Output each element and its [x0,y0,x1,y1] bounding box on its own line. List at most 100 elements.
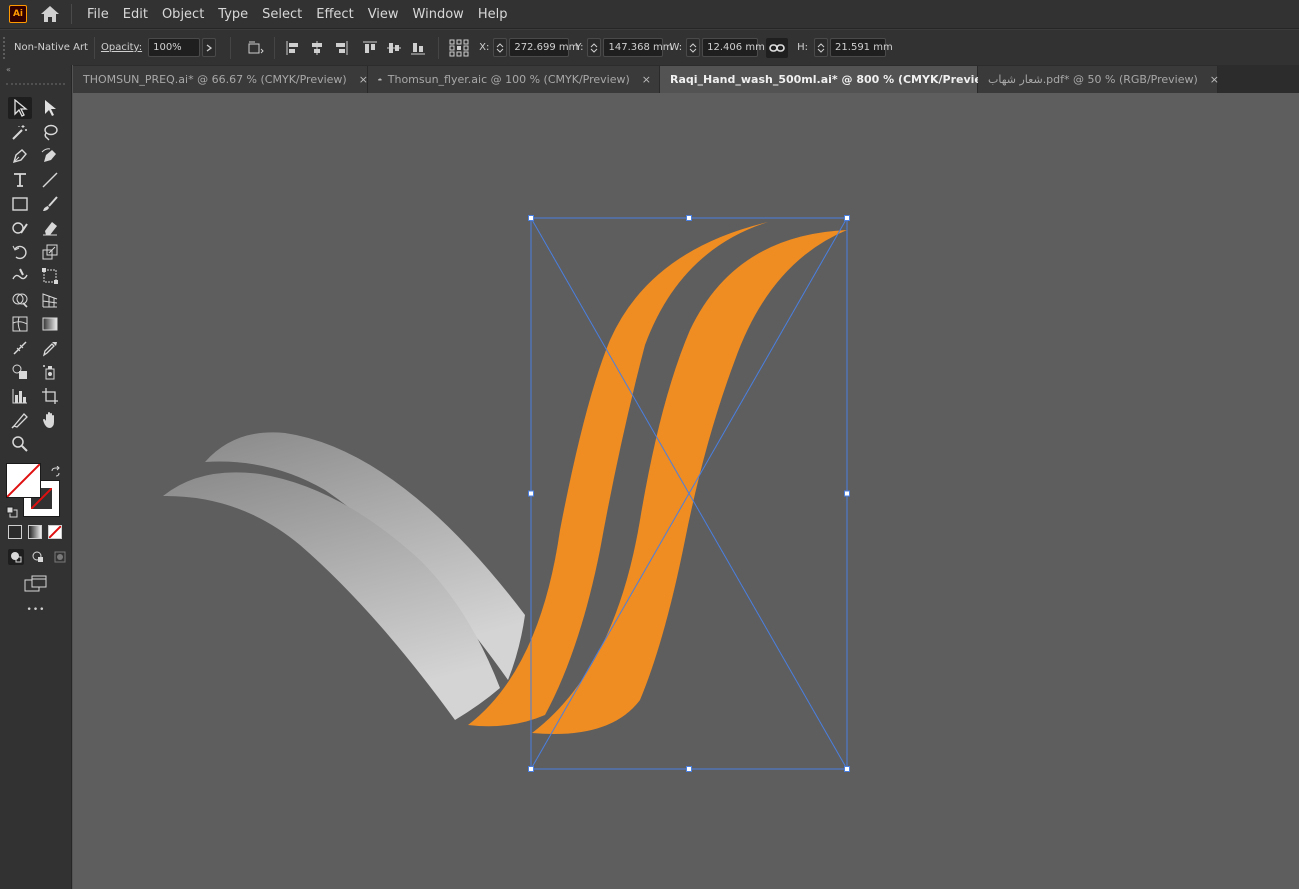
app-logo: Ai [9,5,27,23]
close-tab-icon[interactable]: × [642,73,651,86]
close-tab-icon[interactable]: × [1210,73,1219,86]
collapse-toolbar-button[interactable]: « [0,65,71,75]
blend-tool-icon[interactable] [8,337,32,359]
close-tab-icon[interactable]: × [359,73,368,86]
perspective-grid-tool-icon[interactable] [38,289,62,311]
document-tabs: THOMSUN_PREQ.ai* @ 66.67 % (CMYK/Preview… [73,65,1299,93]
handle-bottom-right[interactable] [844,766,850,772]
line-segment-tool-icon[interactable] [38,169,62,191]
rectangle-tool-icon[interactable] [8,193,32,215]
cloud-document-icon [378,78,382,81]
handle-bottom-center[interactable] [686,766,692,772]
screen-mode-icon[interactable] [24,575,48,597]
align-top-icon[interactable] [361,39,379,57]
opacity-input[interactable]: 100% [148,38,201,57]
align-to-selection-icon[interactable] [247,39,265,57]
none-mode-icon[interactable] [48,525,62,539]
live-paint-bucket-tool-icon[interactable] [8,361,32,383]
handle-bottom-left[interactable] [528,766,534,772]
align-horizontal-center-icon[interactable] [308,39,326,57]
column-graph-tool-icon[interactable] [8,385,32,407]
handle-top-center[interactable] [686,215,692,221]
slice-tool-icon[interactable] [8,409,32,431]
rotate-tool-icon[interactable] [8,241,32,263]
align-bottom-icon[interactable] [409,39,427,57]
curvature-tool-icon[interactable] [38,145,62,167]
home-icon[interactable] [39,3,61,25]
width-input[interactable]: 12.406 mm [702,38,765,57]
tools-panel: « ••• [0,65,72,889]
align-right-icon[interactable] [332,39,350,57]
separator [93,36,95,59]
tab-thomsun-preq[interactable]: THOMSUN_PREQ.ai* @ 66.67 % (CMYK/Preview… [73,66,368,93]
menu-object[interactable]: Object [155,0,211,29]
edit-toolbar-button[interactable]: ••• [0,605,72,615]
align-vertical-center-icon[interactable] [385,39,403,57]
scale-tool-icon[interactable] [38,241,62,263]
mesh-tool-icon[interactable] [8,313,32,335]
width-label: W: [669,42,683,53]
menu-file[interactable]: File [80,0,116,29]
menu-effect[interactable]: Effect [309,0,360,29]
lasso-tool-icon[interactable] [38,121,62,143]
gradient-tool-icon[interactable] [38,313,62,335]
handle-middle-right[interactable] [844,490,850,497]
pen-tool-icon[interactable] [8,145,32,167]
tab-label: Raqi_Hand_wash_500ml.ai* @ 800 % (CMYK/P… [670,73,998,86]
tab-label: شعار شهاب.pdf* @ 50 % (RGB/Preview) [988,73,1198,86]
x-input[interactable]: 272.699 mm [509,38,578,57]
eyedropper-tool-icon[interactable] [38,337,62,359]
menu-view[interactable]: View [361,0,406,29]
reference-point-icon[interactable] [448,39,470,57]
opacity-label[interactable]: Opacity: [101,42,142,53]
control-bar-grip[interactable] [3,36,9,59]
draw-behind-icon[interactable] [30,549,46,565]
menu-window[interactable]: Window [406,0,471,29]
direct-selection-tool-icon[interactable] [38,97,62,119]
y-stepper[interactable] [587,38,602,57]
align-left-icon[interactable] [284,39,302,57]
toolbar-grip[interactable] [6,75,65,85]
zoom-tool-icon[interactable] [8,433,32,455]
default-fill-stroke-icon[interactable] [6,503,18,522]
width-stepper[interactable] [686,38,701,57]
height-stepper[interactable] [814,38,829,57]
artboard-canvas[interactable] [73,93,1299,889]
tab-shahab-logo[interactable]: شعار شهاب.pdf* @ 50 % (RGB/Preview) × [978,66,1219,93]
gray-swoosh-lower[interactable] [163,472,500,720]
magic-wand-tool-icon[interactable] [8,121,32,143]
draw-inside-icon[interactable] [52,549,68,565]
type-tool-icon[interactable] [8,169,32,191]
opacity-expand-button[interactable] [202,38,217,57]
menu-select[interactable]: Select [255,0,309,29]
handle-top-right[interactable] [844,215,850,221]
draw-normal-icon[interactable] [8,549,24,565]
gradient-mode-icon[interactable] [28,525,42,539]
fill-swatch[interactable] [6,463,41,498]
swap-fill-stroke-icon[interactable] [50,463,62,482]
shape-builder-tool-icon[interactable] [8,289,32,311]
x-stepper[interactable] [493,38,508,57]
free-transform-tool-icon[interactable] [38,265,62,287]
menu-edit[interactable]: Edit [116,0,155,29]
y-input[interactable]: 147.368 mm [603,38,673,57]
selection-tool-icon[interactable] [8,97,32,119]
shaper-tool-icon[interactable] [8,217,32,239]
handle-middle-left[interactable] [528,490,534,497]
handle-top-left[interactable] [528,215,534,221]
eraser-tool-icon[interactable] [38,217,62,239]
tab-thomsun-flyer[interactable]: Thomsun_flyer.aic @ 100 % (CMYK/Preview)… [368,66,660,93]
tab-raqi-hand-wash[interactable]: Raqi_Hand_wash_500ml.ai* @ 800 % (CMYK/P… [660,66,1018,93]
warp-tool-icon[interactable] [8,265,32,287]
color-mode-icon[interactable] [8,525,22,539]
fill-stroke-controls [6,463,66,519]
artboard-tool-icon[interactable] [38,385,62,407]
height-input[interactable]: 21.591 mm [830,38,893,57]
separator [438,36,440,59]
hand-tool-icon[interactable] [38,409,62,431]
paintbrush-tool-icon[interactable] [38,193,62,215]
menu-help[interactable]: Help [471,0,515,29]
constrain-proportions-link-icon[interactable] [766,37,789,58]
symbol-sprayer-tool-icon[interactable] [38,361,62,383]
menu-type[interactable]: Type [211,0,255,29]
